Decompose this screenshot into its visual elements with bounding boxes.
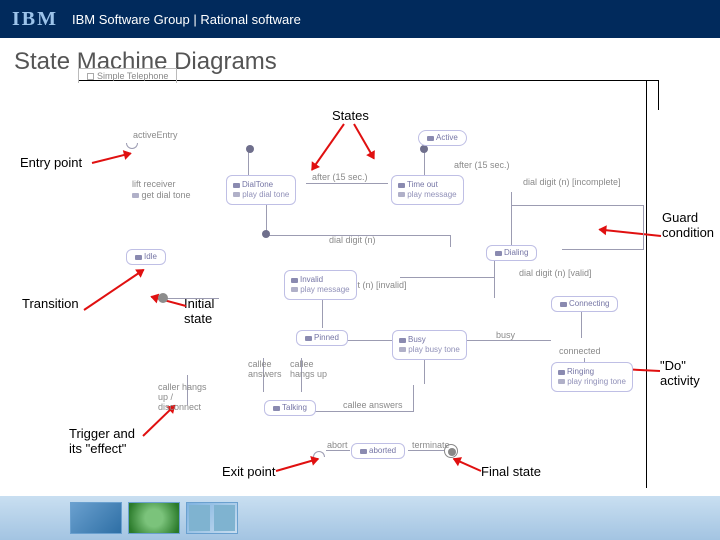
link xyxy=(306,183,388,184)
initial-pseudostate xyxy=(246,145,254,153)
link xyxy=(248,150,249,178)
header-bar: IBM IBM Software Group | Rational softwa… xyxy=(0,0,720,38)
state-connecting: Connecting xyxy=(551,296,618,312)
link xyxy=(424,150,425,178)
annot-trigger: Trigger and its "effect" xyxy=(69,426,149,456)
exit-point-node xyxy=(313,451,325,457)
breadcrumb: IBM Software Group | Rational software xyxy=(72,12,301,27)
diagram-border xyxy=(658,80,659,110)
arrow xyxy=(599,229,661,237)
link xyxy=(346,340,398,341)
state-talking: Talking xyxy=(264,400,316,416)
link xyxy=(643,205,644,250)
state-dialing: Dialing xyxy=(486,245,537,261)
txt-after15b: after (15 sec.) xyxy=(454,160,510,170)
footer-thumb xyxy=(70,502,122,534)
state-timeout: Time out play message xyxy=(391,175,464,205)
arrow xyxy=(453,458,481,472)
txt-guard: dial digit (n) [incomplete] xyxy=(523,177,621,187)
annot-initial-state: Initial state xyxy=(184,296,224,326)
ibm-logo: IBM xyxy=(12,8,58,31)
annot-exit-point: Exit point xyxy=(222,464,275,479)
txt-caller-hangup: caller hangs up / disconnect xyxy=(158,382,218,412)
state-pinned: Pinned xyxy=(296,330,348,346)
annot-states: States xyxy=(332,108,369,123)
link xyxy=(400,277,495,278)
arrow xyxy=(276,458,319,472)
diagram-border xyxy=(646,80,647,488)
tab-label: Simple Telephone xyxy=(97,71,168,81)
txt-get: get dial tone xyxy=(132,190,191,200)
link xyxy=(562,249,644,250)
annot-entry-point: Entry point xyxy=(20,155,82,170)
link xyxy=(167,298,219,299)
initial-state-dot xyxy=(158,293,168,303)
link xyxy=(581,312,582,338)
link xyxy=(450,235,451,247)
arrow xyxy=(83,269,144,311)
txt-busy: busy xyxy=(496,330,515,340)
txt-abort: abort xyxy=(327,440,348,450)
state-aborted: aborted xyxy=(351,443,405,459)
link xyxy=(326,450,350,451)
state-busy: Busy play busy tone xyxy=(392,330,467,360)
state-idle: Idle xyxy=(126,249,166,265)
arrow xyxy=(92,152,131,164)
annot-guard: Guard condition xyxy=(662,210,720,240)
txt-lift: lift receiver xyxy=(132,179,176,189)
diagram-tab: Simple Telephone xyxy=(78,68,177,83)
diagram-canvas: Simple Telephone States Entry point Guar… xyxy=(6,80,676,488)
txt-dial-valid: dial digit (n) [valid] xyxy=(519,268,592,278)
link xyxy=(408,450,444,451)
entry-label: activeEntry xyxy=(133,130,178,140)
state-active: Active xyxy=(418,130,467,146)
state-dialtone: DialTone play dial tone xyxy=(226,175,296,205)
state-invalid: Invalid play message xyxy=(284,270,357,300)
arrow xyxy=(353,124,375,160)
annot-do-activity: "Do" activity xyxy=(660,358,710,388)
link xyxy=(461,340,551,341)
txt-callee-answers2: callee answers xyxy=(343,400,403,410)
arrow xyxy=(311,123,345,170)
initial-pseudostate xyxy=(420,145,428,153)
annot-transition: Transition xyxy=(22,296,79,311)
footer xyxy=(0,496,720,540)
link xyxy=(511,205,643,206)
link xyxy=(413,385,414,412)
txt-dial-n: dial digit (n) xyxy=(329,235,376,245)
link xyxy=(315,411,413,412)
txt-terminate: terminate xyxy=(412,440,450,450)
link xyxy=(511,192,512,247)
txt-callee-answers: callee answers xyxy=(248,359,284,379)
junction xyxy=(262,230,270,238)
annot-final-state: Final state xyxy=(481,464,541,479)
txt-connected: connected xyxy=(559,346,601,356)
footer-thumb xyxy=(128,502,180,534)
txt-after15: after (15 sec.) xyxy=(312,172,368,182)
link xyxy=(494,260,495,298)
footer-thumb xyxy=(186,502,238,534)
tab-icon xyxy=(87,73,94,80)
state-ringing: Ringing play ringing tone xyxy=(551,362,633,392)
txt-callee-hangup: callee hangs up xyxy=(290,359,328,379)
link xyxy=(424,358,425,384)
